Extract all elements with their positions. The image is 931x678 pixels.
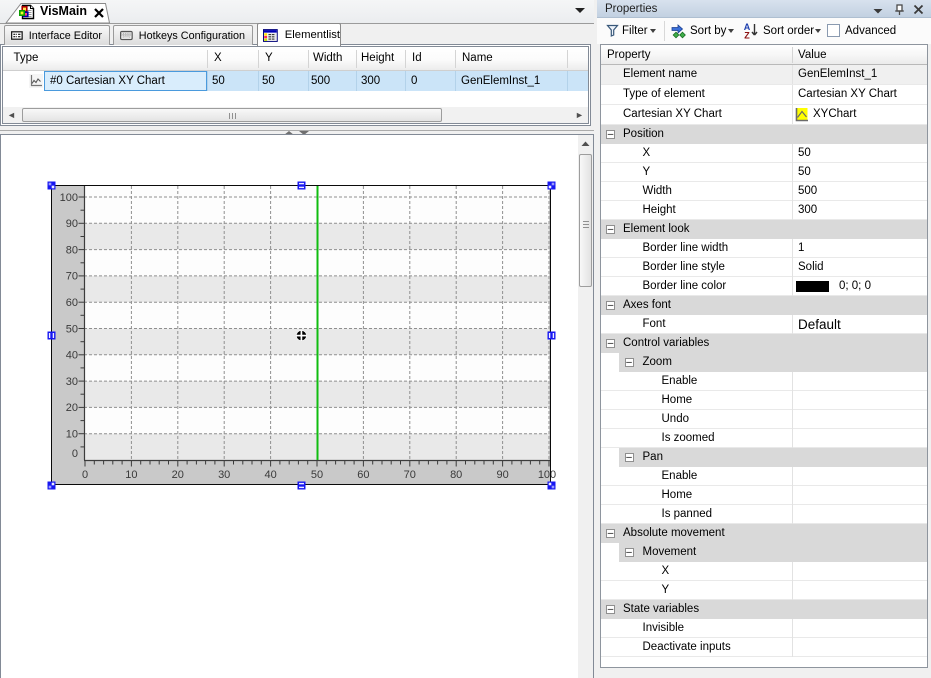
svg-text:50: 50	[311, 469, 323, 481]
svg-text:40: 40	[264, 469, 276, 481]
svg-text:40: 40	[66, 350, 78, 362]
svg-text:30: 30	[218, 469, 230, 481]
svg-text:20: 20	[172, 469, 184, 481]
svg-text:0: 0	[82, 469, 88, 481]
svg-text:70: 70	[404, 469, 416, 481]
svg-text:90: 90	[496, 469, 508, 481]
svg-text:60: 60	[66, 297, 78, 309]
svg-text:10: 10	[66, 429, 78, 441]
svg-text:50: 50	[66, 323, 78, 335]
svg-text:10: 10	[125, 469, 137, 481]
svg-text:20: 20	[66, 402, 78, 414]
svg-text:100: 100	[60, 192, 78, 204]
svg-text:Z: Z	[744, 31, 750, 41]
svg-text:80: 80	[66, 244, 78, 256]
svg-text:0: 0	[72, 448, 78, 460]
svg-text:70: 70	[66, 271, 78, 283]
svg-text:90: 90	[66, 218, 78, 230]
svg-text:60: 60	[357, 469, 369, 481]
svg-text:80: 80	[450, 469, 462, 481]
svg-text:30: 30	[66, 376, 78, 388]
svg-text:100: 100	[538, 469, 556, 481]
